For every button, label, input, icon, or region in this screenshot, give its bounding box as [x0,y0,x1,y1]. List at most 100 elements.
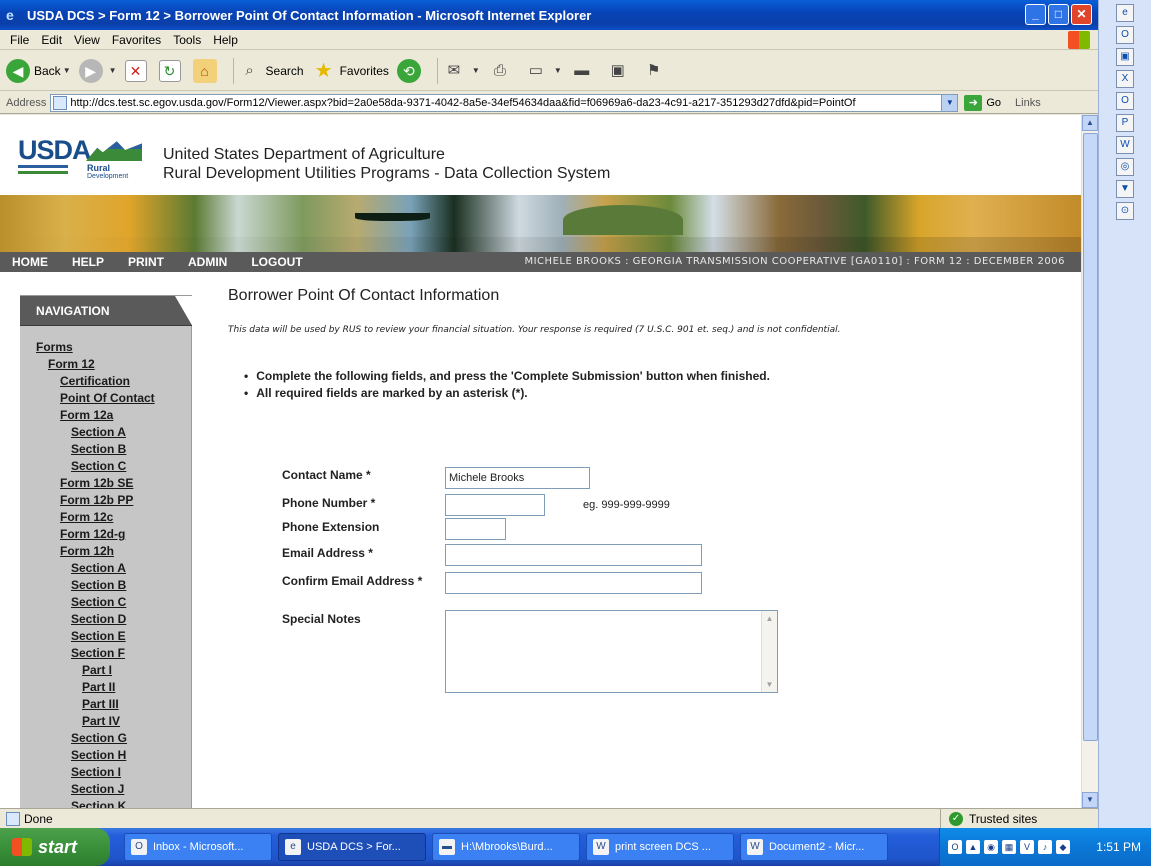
nav-item-section-c[interactable]: Section C [20,594,192,611]
tray-outlook-icon[interactable]: O [948,840,962,854]
nav-help[interactable]: HELP [72,255,104,269]
nav-item-section-i[interactable]: Section I [20,764,192,781]
forward-dropdown-icon[interactable]: ▼ [109,66,117,75]
tray-warning-icon[interactable]: ▲ [966,840,980,854]
nav-item-section-h[interactable]: Section H [20,747,192,764]
nav-item-section-k[interactable]: Section K [20,798,192,808]
address-dropdown-icon[interactable]: ▼ [941,94,958,111]
nav-item-form-12c[interactable]: Form 12c [20,509,192,526]
go-button[interactable]: ➜ Go [964,94,1001,111]
nav-item-form-12[interactable]: Form 12 [20,356,192,373]
email-input[interactable] [445,544,702,566]
app-launch-icon-3[interactable]: ▼ [1116,180,1134,198]
back-button[interactable]: ◀ Back ▼ [6,58,71,83]
taskbar-item-inbox[interactable]: O Inbox - Microsoft... [124,833,272,861]
mail-dropdown-icon[interactable]: ▼ [472,66,480,75]
ie-launch-icon[interactable]: e [1116,4,1134,22]
nav-item-form-12b-pp[interactable]: Form 12b PP [20,492,192,509]
edit-dropdown-icon[interactable]: ▼ [554,66,562,75]
nav-item-part-iii[interactable]: Part III [20,696,192,713]
back-dropdown-icon[interactable]: ▼ [63,66,71,75]
nav-item-section-g[interactable]: Section G [20,730,192,747]
edit-button[interactable]: ▭ ▼ [524,59,562,83]
tray-volume-icon[interactable]: ♪ [1038,840,1052,854]
links-button[interactable]: Links [1015,97,1041,109]
nav-home[interactable]: HOME [12,255,48,269]
nav-item-point-of-contact[interactable]: Point Of Contact [20,390,192,407]
nav-logout[interactable]: LOGOUT [251,255,302,269]
minimize-button[interactable]: _ [1025,4,1046,25]
nav-item-form-12b-se[interactable]: Form 12b SE [20,475,192,492]
menu-edit[interactable]: Edit [35,33,68,47]
research-button[interactable]: ▣ [606,59,634,83]
nav-item-section-b[interactable]: Section B [20,577,192,594]
menu-tools[interactable]: Tools [167,33,207,47]
history-button[interactable]: ⟲ [396,58,425,83]
menu-file[interactable]: File [4,33,35,47]
start-button[interactable]: start [0,828,110,866]
nav-item-part-i[interactable]: Part I [20,662,192,679]
app-launch-icon-2[interactable]: ◎ [1116,158,1134,176]
scroll-thumb[interactable] [1083,133,1098,741]
maximize-button[interactable]: □ [1048,4,1069,25]
phone-number-input[interactable] [445,494,545,516]
menu-favorites[interactable]: Favorites [106,33,167,47]
tray-globe-icon[interactable]: ◉ [984,840,998,854]
textarea-scroll-down-icon[interactable]: ▼ [762,677,777,692]
textarea-scroll-up-icon[interactable]: ▲ [762,611,777,626]
favorites-button[interactable]: ★ Favorites [312,59,389,83]
nav-item-form-12a[interactable]: Form 12a [20,407,192,424]
tray-shield-icon[interactable]: V [1020,840,1034,854]
nav-item-section-f[interactable]: Section F [20,645,192,662]
forward-button[interactable]: ▶ ▼ [78,58,117,83]
special-notes-textarea[interactable]: ▲ ▼ [445,610,778,693]
nav-item-form-12d-g[interactable]: Form 12d-g [20,526,192,543]
close-button[interactable]: ✕ [1071,4,1092,25]
nav-item-section-a[interactable]: Section A [20,560,192,577]
nav-item-section-e[interactable]: Section E [20,628,192,645]
stop-button[interactable]: ✕ [124,59,151,82]
word-launch-icon[interactable]: W [1116,136,1134,154]
nav-item-section-c[interactable]: Section C [20,458,192,475]
menu-view[interactable]: View [68,33,106,47]
powerpoint-launch-icon[interactable]: P [1116,114,1134,132]
messenger-button[interactable]: ⚑ [642,59,670,83]
refresh-button[interactable]: ↻ [158,59,185,82]
outlook-launch-icon-2[interactable]: O [1116,92,1134,110]
page-scrollbar[interactable]: ▲ ▼ [1081,115,1098,808]
discuss-button[interactable]: ▬ [570,59,598,83]
taskbar-item-print-screen[interactable]: W print screen DCS ... [586,833,734,861]
clock[interactable]: 1:51 PM [1096,840,1141,854]
menu-help[interactable]: Help [207,33,244,47]
nav-print[interactable]: PRINT [128,255,164,269]
contact-name-input[interactable]: Michele Brooks [445,467,590,489]
app-launch-icon-4[interactable]: ⊙ [1116,202,1134,220]
nav-item-section-j[interactable]: Section J [20,781,192,798]
address-input[interactable]: http://dcs.test.sc.egov.usda.gov/Form12/… [50,93,959,112]
tray-app-icon[interactable]: ◆ [1056,840,1070,854]
nav-item-form-12h[interactable]: Form 12h [20,543,192,560]
nav-item-section-a[interactable]: Section A [20,424,192,441]
mail-button[interactable]: ✉ ▼ [442,59,480,83]
scroll-down-icon[interactable]: ▼ [1082,792,1098,808]
excel-launch-icon[interactable]: X [1116,70,1134,88]
nav-item-forms[interactable]: Forms [20,339,192,356]
nav-item-section-d[interactable]: Section D [20,611,192,628]
nav-item-part-ii[interactable]: Part II [20,679,192,696]
phone-extension-input[interactable] [445,518,506,540]
confirm-email-input[interactable] [445,572,702,594]
window-title-bar[interactable]: e USDA DCS > Form 12 > Borrower Point Of… [0,0,1098,30]
tray-network-icon[interactable]: ▦ [1002,840,1016,854]
taskbar-item-folder[interactable]: ▬ H:\Mbrooks\Burd... [432,833,580,861]
app-launch-icon[interactable]: ▣ [1116,48,1134,66]
nav-item-certification[interactable]: Certification [20,373,192,390]
nav-item-part-iv[interactable]: Part IV [20,713,192,730]
textarea-scrollbar[interactable]: ▲ ▼ [761,611,777,692]
nav-item-section-b[interactable]: Section B [20,441,192,458]
print-button[interactable]: ⎙ [488,59,516,83]
nav-admin[interactable]: ADMIN [188,255,227,269]
search-button[interactable]: ⌕ Search [238,59,303,83]
scroll-up-icon[interactable]: ▲ [1082,115,1098,131]
taskbar-item-document2[interactable]: W Document2 - Micr... [740,833,888,861]
home-button[interactable]: ⌂ [192,58,221,83]
